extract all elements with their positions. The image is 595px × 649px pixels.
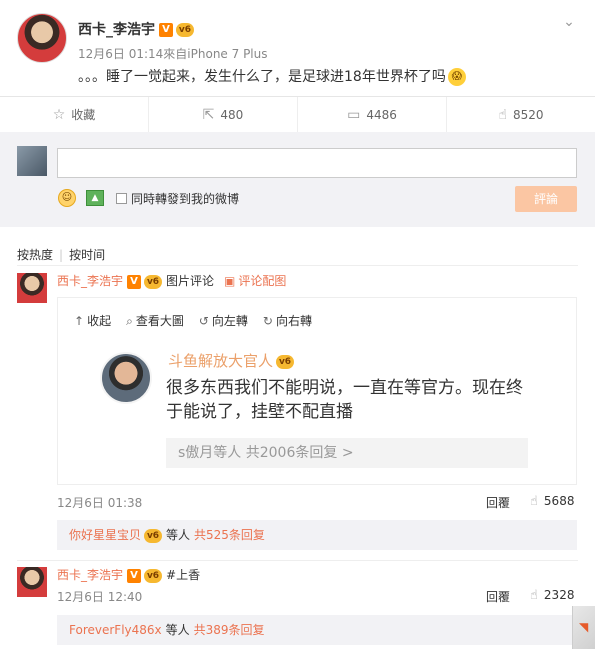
comment-image-link-label: 评论配图: [238, 274, 287, 288]
post-meta: 12月6日 01:14來自iPhone 7 Plus: [78, 47, 268, 61]
reply-user[interactable]: ForeverFly486x: [69, 623, 162, 637]
sort-separator: |: [59, 248, 64, 262]
reply-mid-text: 等人: [165, 623, 190, 637]
embedded-comment-screenshot: 斗鱼解放大官人 v6 很多东西我们不能明说，一直在等官方。现在终于能说了，挂壁不配…: [98, 342, 528, 478]
comment-icon: ▭: [347, 106, 361, 123]
post-username[interactable]: 西卡_李浩宇: [78, 22, 155, 38]
vip-badge-icon: v6: [144, 274, 163, 289]
weibo-post-card: 西卡_李浩宇 Vv6 ⌄ 12月6日 01:14來自iPhone 7 Plus 。…: [0, 0, 595, 649]
view-large-label: 查看大圖: [135, 314, 184, 328]
picture-icon: ▣: [224, 274, 236, 288]
rotate-left-icon: ↺: [198, 314, 209, 328]
shocked-emoji-icon: 😱: [447, 68, 466, 86]
current-user-avatar: [17, 146, 47, 176]
rotate-right-button[interactable]: ↻ 向右轉: [263, 312, 312, 329]
snapshot-replies: s傲月等人 共2006条回复 >: [166, 438, 528, 468]
comment-username[interactable]: 西卡_李浩宇: [57, 274, 123, 288]
repost-button[interactable]: ⇱ 480: [149, 97, 298, 132]
thumbs-up-icon: ☝: [530, 588, 538, 603]
divider: [17, 560, 578, 561]
comment-image-link[interactable]: ▣ 评论配图: [224, 274, 286, 288]
rotate-right-icon: ↻: [262, 314, 273, 328]
snapshot-username-text: 斗鱼解放大官人: [168, 352, 274, 370]
star-icon: ☆: [52, 106, 66, 123]
like-count: 8520: [512, 107, 544, 122]
comment-replies-summary[interactable]: ForeverFly486x 等人 共389条回复: [57, 615, 577, 645]
comment-like-count: 2328: [543, 588, 575, 602]
verified-badge-icon: V: [127, 274, 142, 289]
sort-by-time[interactable]: 按时间: [69, 248, 105, 262]
verified-badge-icon: V: [127, 568, 142, 583]
reply-count-link[interactable]: 共525条回复: [194, 528, 265, 542]
comment-like-count: 5688: [543, 494, 575, 508]
comment-count: 4486: [366, 107, 397, 122]
comment-like-button[interactable]: ☝ 5688: [530, 494, 574, 509]
comment-input[interactable]: [57, 148, 577, 178]
rotate-left-label: 向左轉: [211, 314, 248, 328]
vip-badge-icon: v6: [144, 528, 163, 543]
post-author-avatar[interactable]: [17, 13, 67, 63]
comment-avatar[interactable]: [17, 273, 47, 303]
reply-submit-button[interactable]: 評論: [515, 186, 577, 212]
comment-replies-summary[interactable]: 你好星星宝贝 v6 等人 共525条回复: [57, 520, 577, 550]
image-viewer-toolbar: ↑ 收起 ⌕ 查看大圖 ↺ 向左轉 ↻ 向右轉: [74, 312, 312, 329]
comment-username[interactable]: 西卡_李浩宇: [57, 568, 123, 582]
comment-time: 12月6日 12:40: [57, 590, 143, 604]
post-text: 。。。睡了一觉起来，发生什么了，是足球进18年世界杯了吗 😱: [78, 66, 466, 86]
snapshot-avatar: [100, 352, 152, 404]
verified-badge-icon: V: [159, 23, 173, 37]
comment-button[interactable]: ▭ 4486: [298, 97, 447, 138]
favorite-label: 收藏: [71, 108, 96, 122]
vip-badge-icon: v6: [276, 354, 295, 369]
repost-icon: ⇱: [202, 106, 215, 123]
vip-badge-icon: v6: [176, 23, 194, 37]
image-icon[interactable]: ▲: [86, 190, 104, 206]
smile-emoji-icon[interactable]: ☺: [58, 189, 76, 207]
comment-header: 西卡_李浩宇 Vv6 图片评论 ▣ 评论配图: [57, 272, 286, 289]
reply-mid-text: 等人: [166, 528, 191, 542]
post-author-name[interactable]: 西卡_李浩宇 Vv6: [78, 19, 194, 39]
rotate-right-label: 向右轉: [275, 314, 312, 328]
comment-image-viewer: ↑ 收起 ⌕ 查看大圖 ↺ 向左轉 ↻ 向右轉 斗鱼解放大官人 v6 很多东西我们不能明说…: [57, 297, 577, 485]
post-body: 。。。睡了一觉起来，发生什么了，是足球进18年世界杯了吗: [78, 69, 446, 85]
comment-text: 图片评论: [166, 274, 215, 288]
comment-composer: ☺ ▲ 同時轉發到我的微博 評論: [0, 132, 595, 227]
repost-checkbox[interactable]: [116, 193, 127, 204]
post-action-bar: ☆ 收藏 ⇱ 480 ▭ 4486 ☝ 8520: [0, 96, 595, 138]
thumbs-up-icon: ☝: [530, 494, 538, 509]
collapse-icon: ↑: [74, 314, 85, 328]
snapshot-username: 斗鱼解放大官人 v6: [168, 350, 295, 371]
reply-count-link[interactable]: 共389条回复: [194, 623, 265, 637]
comment-text: #上香: [166, 568, 201, 582]
collapse-button[interactable]: ↑ 收起: [74, 312, 111, 329]
floating-widget-icon[interactable]: ◥: [572, 606, 595, 649]
collapse-label: 收起: [87, 314, 112, 328]
sort-by-hot[interactable]: 按热度: [17, 248, 53, 262]
zoom-icon: ⌕: [126, 314, 133, 328]
like-button[interactable]: ☝ 8520: [447, 97, 595, 132]
reply-user[interactable]: 你好星星宝贝: [69, 528, 141, 542]
chevron-down-icon[interactable]: ⌄: [561, 14, 577, 30]
comment-sort: 按热度 | 按时间: [17, 246, 105, 263]
comment-reply-button[interactable]: 回覆: [486, 494, 510, 511]
repost-checkbox-label: 同時轉發到我的微博: [131, 192, 240, 206]
vip-badge-icon: v6: [144, 568, 163, 583]
comment-time: 12月6日 01:38: [57, 496, 143, 510]
favorite-button[interactable]: ☆ 收藏: [0, 97, 149, 132]
thumbs-up-icon: ☝: [498, 106, 507, 123]
snapshot-text: 很多东西我们不能明说，一直在等官方。现在终于能说了，挂壁不配直播: [166, 378, 523, 422]
divider: [17, 265, 578, 266]
view-large-button[interactable]: ⌕ 查看大圖: [126, 312, 184, 329]
comment-like-button[interactable]: ☝ 2328: [530, 588, 574, 603]
rotate-left-button[interactable]: ↺ 向左轉: [199, 312, 248, 329]
comment-reply-button[interactable]: 回覆: [486, 588, 510, 605]
repost-count: 480: [220, 107, 244, 122]
comment-avatar[interactable]: [17, 567, 47, 597]
arrow-icon: ◥: [579, 620, 589, 634]
comment-header: 西卡_李浩宇 Vv6 #上香: [57, 566, 200, 583]
